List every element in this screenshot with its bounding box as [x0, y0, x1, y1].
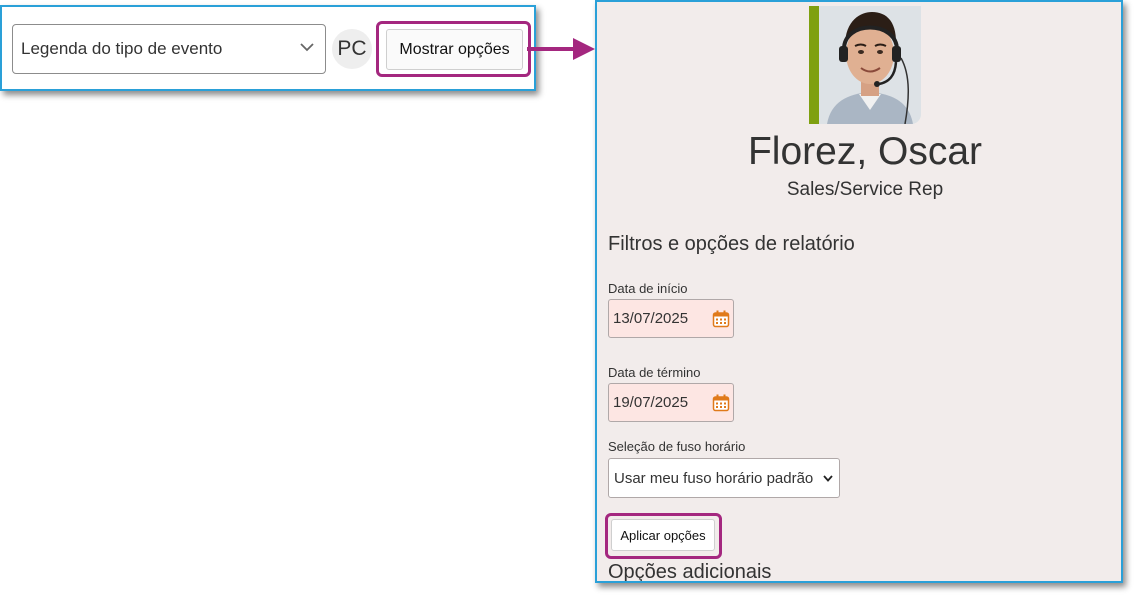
profile-role: Sales/Service Rep	[786, 179, 944, 200]
timezone-label: Seleção de fuso horário	[608, 439, 746, 454]
profile-photo	[809, 6, 921, 124]
avatar[interactable]: PC	[332, 29, 372, 69]
calendar-icon[interactable]	[712, 394, 730, 412]
arrow-right-icon	[527, 38, 595, 60]
timezone-select-value: Usar meu fuso horário padrão	[614, 469, 814, 487]
end-date-field[interactable]: 19/07/2025	[608, 383, 734, 422]
chevron-down-icon	[300, 43, 314, 52]
profile-name: Florez, Oscar	[747, 130, 983, 173]
apply-options-label: Aplicar opções	[620, 527, 706, 543]
start-date-value: 13/07/2025	[613, 310, 689, 327]
avatar-initials: PC	[337, 37, 367, 60]
additional-options-title: Opções adicionais	[608, 561, 772, 583]
start-date-field[interactable]: 13/07/2025	[608, 299, 734, 338]
legend-type-select-value: Legenda do tipo de evento	[21, 39, 223, 58]
chevron-down-icon	[823, 475, 833, 482]
photo-accent-bar	[809, 6, 819, 124]
section-title: Filtros e opções de relatório	[608, 233, 855, 255]
timezone-select[interactable]: Usar meu fuso horário padrão	[608, 458, 840, 498]
options-panel: Florez, Oscar Sales/Service Rep Filtros …	[595, 0, 1123, 583]
calendar-icon[interactable]	[712, 310, 730, 328]
toolbar-panel: Legenda do tipo de evento PC Mostrar opç…	[0, 5, 536, 91]
show-options-label: Mostrar opções	[399, 40, 510, 58]
apply-options-button[interactable]: Aplicar opções	[611, 519, 715, 551]
end-date-label: Data de término	[608, 365, 701, 380]
end-date-value: 19/07/2025	[613, 394, 689, 411]
show-options-button[interactable]: Mostrar opções	[386, 29, 523, 70]
start-date-label: Data de início	[608, 281, 688, 296]
legend-type-select[interactable]: Legenda do tipo de evento	[12, 24, 326, 74]
headset-agent-photo	[819, 6, 921, 124]
